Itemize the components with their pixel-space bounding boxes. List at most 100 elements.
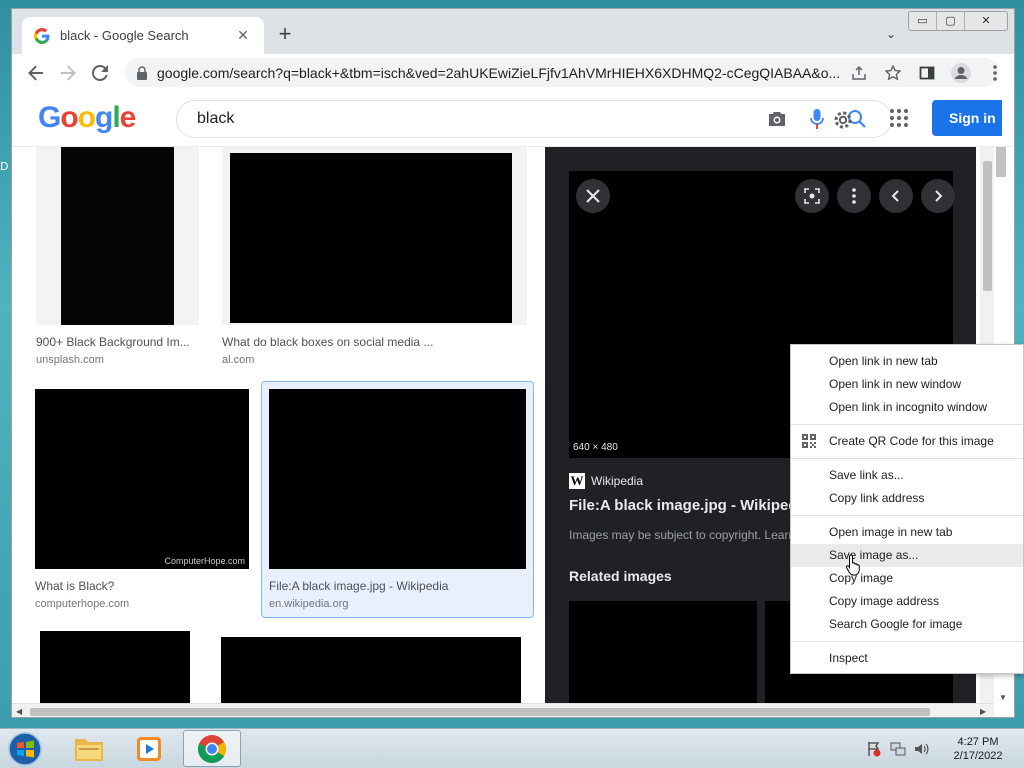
menu-save-link-as[interactable]: Save link as... — [791, 464, 1023, 487]
menu-copy-image[interactable]: Copy image — [791, 567, 1023, 590]
image-result-card[interactable]: 900+ Black Background Im... unsplash.com — [36, 147, 199, 366]
scrollbar-thumb[interactable] — [30, 708, 930, 716]
menu-copy-link-address[interactable]: Copy link address — [791, 487, 1023, 510]
close-icon — [586, 189, 600, 203]
result-thumbnail[interactable] — [40, 631, 190, 707]
next-image-button[interactable] — [921, 179, 955, 213]
page-horizontal-scrollbar[interactable]: ◀ ▶ — [12, 703, 994, 717]
settings-gear-icon[interactable] — [832, 109, 860, 131]
taskbar-chrome[interactable] — [183, 730, 241, 767]
lens-search-button[interactable] — [795, 179, 829, 213]
bookmark-star-icon[interactable] — [878, 58, 908, 88]
menu-open-image-new-tab[interactable]: Open image in new tab — [791, 521, 1023, 544]
taskbar-media-player[interactable] — [120, 730, 178, 767]
close-window-button[interactable]: ✕ — [965, 12, 1007, 30]
preview-dimensions: 640 × 480 — [573, 442, 618, 453]
menu-save-image-as[interactable]: Save image as... — [791, 544, 1023, 567]
image-results-grid: 900+ Black Background Im... unsplash.com… — [12, 147, 545, 707]
start-button[interactable] — [6, 731, 44, 767]
tab-strip: black - Google Search ✕ + ⌄ ▭ ▢ ✕ — [12, 9, 1014, 54]
windows-orb-icon — [8, 732, 42, 766]
browser-toolbar: google.com/search?q=black+&tbm=isch&ved=… — [12, 54, 1014, 91]
tab-google-search[interactable]: black - Google Search ✕ — [22, 17, 264, 54]
new-tab-button[interactable]: + — [274, 23, 296, 45]
taskbar-clock[interactable]: 4:27 PM 2/17/2022 — [940, 735, 1016, 763]
minimize-button[interactable]: ▭ — [909, 12, 937, 30]
share-icon[interactable] — [844, 58, 874, 88]
image-result-card[interactable]: ComputerHope.com What is Black? computer… — [35, 389, 249, 610]
preview-title[interactable]: File:A black image.jpg - Wikipedia — [569, 497, 810, 514]
sign-in-button[interactable]: Sign in — [932, 100, 1002, 136]
result-source: al.com — [222, 354, 255, 366]
taskbar-file-explorer[interactable] — [60, 730, 118, 767]
menu-create-qr-code[interactable]: Create QR Code for this image — [791, 430, 1023, 453]
image-result-card[interactable] — [221, 637, 521, 707]
image-result-card[interactable]: What do black boxes on social media ... … — [222, 147, 527, 366]
result-thumbnail[interactable] — [222, 147, 527, 325]
side-panel-icon[interactable] — [912, 58, 942, 88]
image-result-card[interactable] — [40, 631, 190, 707]
camera-search-icon[interactable] — [757, 104, 797, 134]
media-player-icon — [137, 736, 161, 761]
preview-more-options-button[interactable] — [837, 179, 871, 213]
google-logo[interactable]: Google — [38, 101, 136, 135]
tab-search-chevron-icon[interactable]: ⌄ — [886, 27, 896, 41]
profile-avatar-icon[interactable] — [946, 58, 976, 88]
result-thumbnail[interactable] — [221, 637, 521, 707]
menu-inspect[interactable]: Inspect — [791, 647, 1023, 670]
scroll-down-arrow-icon[interactable]: ▼ — [999, 693, 1007, 702]
scroll-right-arrow-icon[interactable]: ▶ — [980, 707, 986, 716]
thumbnail-watermark: ComputerHope.com — [164, 556, 245, 566]
mouse-pointer-icon — [846, 554, 860, 576]
menu-separator — [791, 458, 1023, 459]
result-caption[interactable]: What is Black? — [35, 579, 249, 593]
scrollbar-thumb[interactable] — [983, 161, 992, 291]
back-arrow-icon — [28, 65, 43, 80]
scrollbar-thumb[interactable] — [996, 147, 1006, 177]
previous-image-button[interactable] — [879, 179, 913, 213]
search-input[interactable]: black — [176, 100, 892, 138]
action-center-flag-icon[interactable] — [866, 741, 882, 757]
search-query-text: black — [197, 110, 235, 127]
result-thumbnail[interactable]: ComputerHope.com — [35, 389, 249, 569]
menu-separator — [791, 515, 1023, 516]
folder-icon — [75, 738, 103, 761]
maximize-button[interactable]: ▢ — [937, 12, 965, 30]
result-source: unsplash.com — [36, 354, 104, 366]
menu-separator — [791, 424, 1023, 425]
image-result-card-selected[interactable]: File:A black image.jpg - Wikipedia en.wi… — [261, 381, 534, 618]
voice-search-mic-icon[interactable] — [797, 104, 837, 134]
close-preview-button[interactable] — [576, 179, 610, 213]
kebab-icon — [852, 188, 856, 204]
browser-menu-kebab-icon[interactable] — [980, 58, 1010, 88]
tab-close-icon[interactable]: ✕ — [234, 27, 252, 44]
menu-search-google-for-image[interactable]: Search Google for image — [791, 613, 1023, 636]
tab-title: black - Google Search — [60, 28, 189, 43]
preview-copyright-note: Images may be subject to copyright. Lear… — [569, 528, 826, 542]
logo-letter: o — [60, 101, 78, 134]
preview-source[interactable]: W Wikipedia — [569, 473, 643, 489]
result-thumbnail[interactable] — [269, 389, 526, 569]
windows-taskbar: 4:27 PM 2/17/2022 — [0, 728, 1024, 768]
related-image-thumbnail[interactable] — [569, 601, 757, 707]
result-caption[interactable]: What do black boxes on social media ... — [222, 335, 527, 349]
scroll-left-arrow-icon[interactable]: ◀ — [16, 707, 22, 716]
reload-button[interactable] — [84, 57, 116, 89]
network-icon[interactable] — [890, 741, 906, 757]
google-favicon-icon — [34, 27, 50, 44]
menu-open-link-new-window[interactable]: Open link in new window — [791, 373, 1023, 396]
forward-button[interactable] — [52, 57, 84, 89]
menu-open-link-incognito[interactable]: Open link in incognito window — [791, 396, 1023, 419]
result-caption[interactable]: File:A black image.jpg - Wikipedia — [269, 579, 526, 593]
qr-code-icon — [802, 434, 816, 448]
google-apps-grid-icon[interactable] — [889, 108, 913, 132]
volume-icon[interactable] — [914, 741, 930, 757]
result-thumbnail[interactable] — [36, 147, 199, 325]
back-button[interactable] — [20, 57, 52, 89]
menu-copy-image-address[interactable]: Copy image address — [791, 590, 1023, 613]
menu-open-link-new-tab[interactable]: Open link in new tab — [791, 350, 1023, 373]
result-caption[interactable]: 900+ Black Background Im... — [36, 335, 199, 349]
window-controls: ▭ ▢ ✕ — [908, 11, 1008, 31]
chrome-icon — [197, 734, 226, 763]
logo-letter: o — [77, 101, 96, 134]
